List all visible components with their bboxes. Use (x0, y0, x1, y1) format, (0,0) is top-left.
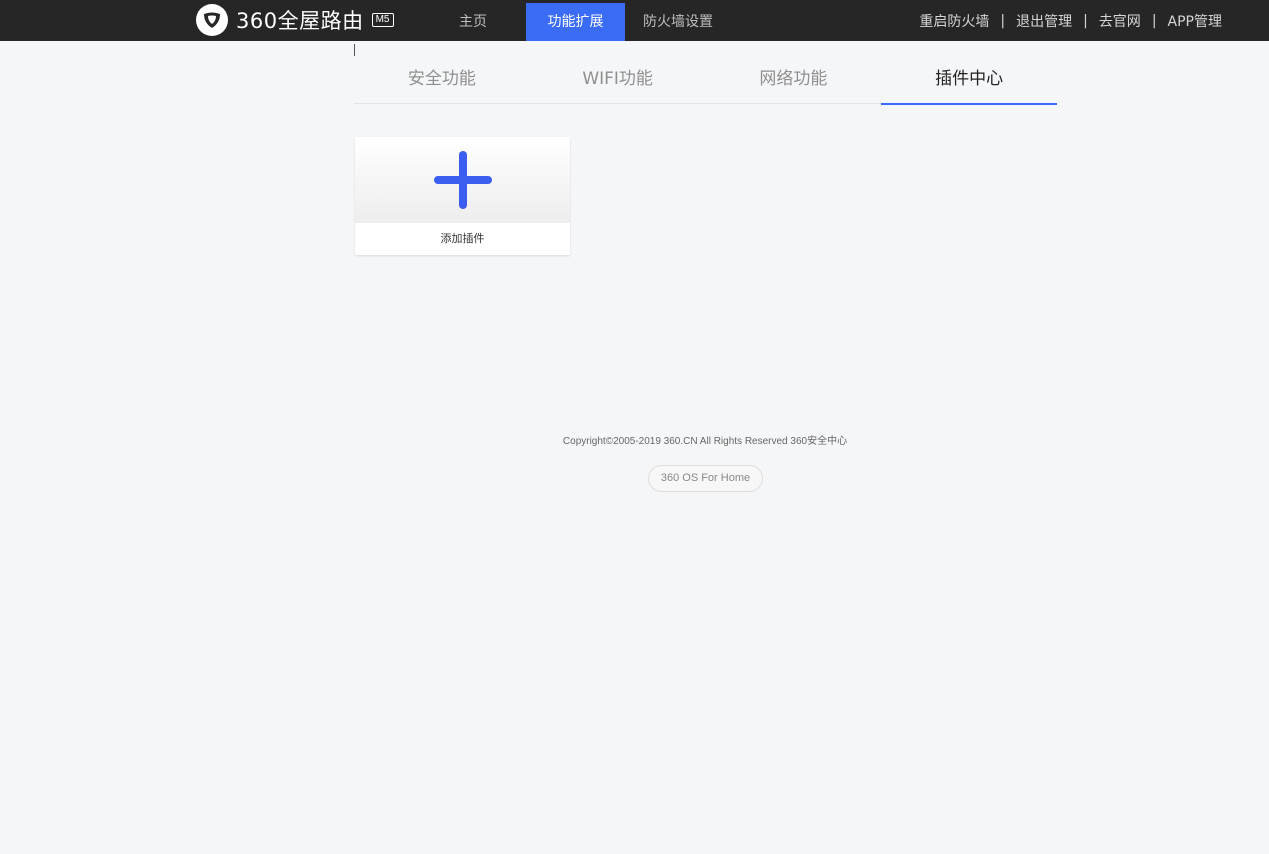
add-plugin-icon-area (355, 137, 570, 223)
nav-feature-extension[interactable]: 功能扩展 (526, 3, 625, 41)
tab-network[interactable]: 网络功能 (706, 56, 882, 104)
official-site-link[interactable]: 去官网 (1099, 11, 1141, 31)
tab-security[interactable]: 安全功能 (354, 56, 530, 104)
separator: | (1000, 12, 1006, 29)
add-plugin-label: 添加插件 (440, 232, 485, 245)
model-badge: M5 (371, 13, 394, 27)
top-bar: 360全屋路由 M5 主页 功能扩展 防火墙设置 重启防火墙 | 退出管理 | … (0, 0, 1269, 41)
plus-icon (433, 151, 492, 209)
logo[interactable]: 360全屋路由 M5 (196, 3, 394, 37)
nav-firewall-settings[interactable]: 防火墙设置 (634, 3, 722, 41)
separator: | (1083, 12, 1088, 29)
shield-logo-icon (196, 4, 228, 36)
tab-wifi[interactable]: WIFI功能 (530, 56, 706, 104)
header-links: 重启防火墙 | 退出管理 | 去官网 | APP管理 (919, 0, 1222, 41)
app-management-link[interactable]: APP管理 (1168, 11, 1222, 31)
tab-plugin-center[interactable]: 插件中心 (881, 56, 1057, 105)
brand-name: 360全屋路由 (236, 9, 364, 33)
os-badge: 360 OS For Home (648, 465, 763, 492)
add-plugin-card[interactable]: 添加插件 (355, 137, 570, 255)
copyright-text: Copyright©2005-2019 360.CN All Rights Re… (562, 436, 848, 447)
feature-tabs: 安全功能 WIFI功能 网络功能 插件中心 (354, 56, 1057, 105)
restart-firewall-link[interactable]: 重启防火墙 (919, 11, 989, 31)
separator: | (1151, 12, 1157, 29)
nav-home[interactable]: 主页 (443, 3, 503, 41)
logout-link[interactable]: 退出管理 (1016, 11, 1072, 31)
text-cursor (354, 44, 355, 56)
